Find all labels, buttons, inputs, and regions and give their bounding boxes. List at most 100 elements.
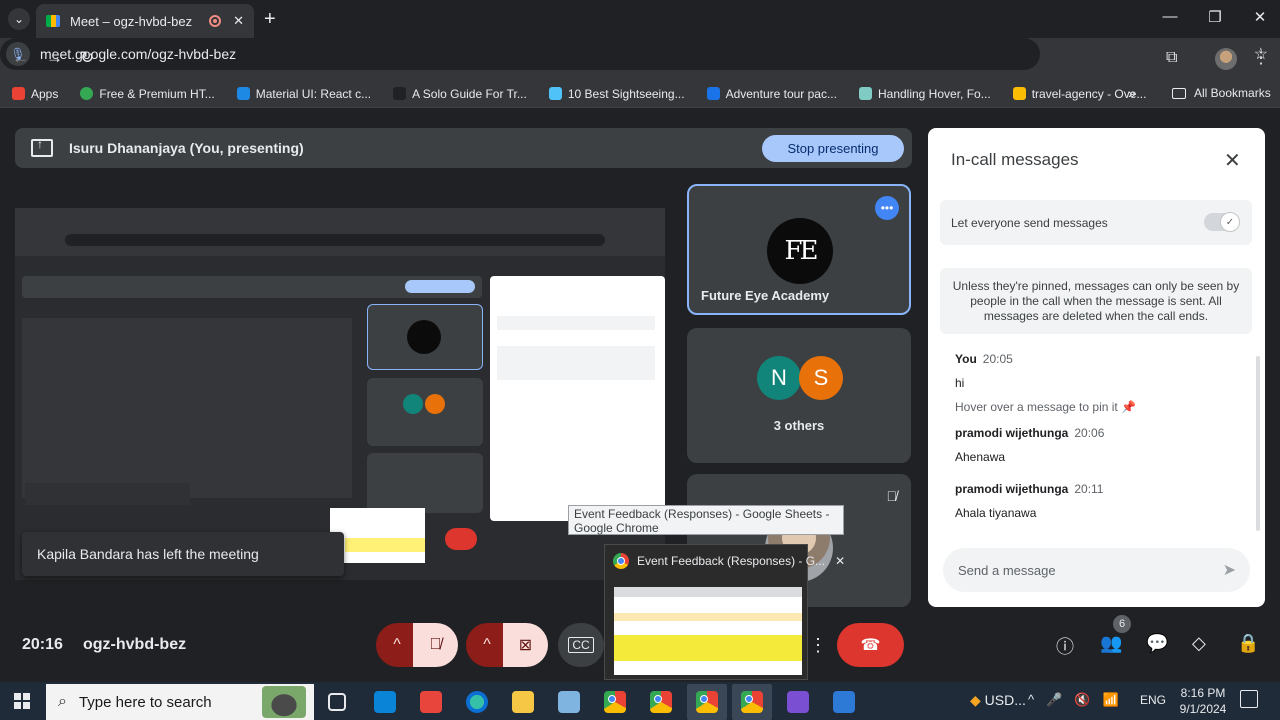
toggle-camera-button[interactable]: ⊠ [503,623,548,667]
messages-scrollbar[interactable] [1256,356,1260,531]
bookmark-favicon-icon [393,87,407,100]
avatar-n: N [757,356,801,400]
bookmark-item[interactable]: Apps [12,87,58,101]
check-icon: ✓ [1220,212,1240,232]
video-options-button[interactable]: ^ [466,623,508,667]
tab-title: Meet – ogz-hvbd-bez [70,13,193,29]
visual-studio-icon[interactable] [787,691,809,713]
bookmark-item[interactable]: travel-agency - Ove... [1012,87,1146,101]
forward-icon[interactable]: → [46,48,63,68]
url-text: meet.google.com/ogz-hvbd-bez [40,46,237,62]
stock-ticker[interactable]: ◆ USD... [970,692,1026,709]
present-screen-icon [31,137,53,157]
profile-avatar[interactable] [1215,48,1237,70]
wifi-icon[interactable]: 📶 [1102,692,1118,708]
chat-message[interactable]: pramodi wijethunga 20:06 Ahenawa [955,426,1104,464]
volume-muted-icon[interactable]: 🔇 [1074,692,1090,708]
bookmark-item[interactable]: Free & Premium HT... [80,87,215,101]
close-panel-icon[interactable]: ✕ [1224,148,1241,173]
leave-call-button[interactable]: ☎ [837,623,904,667]
bookmark-favicon-icon [236,87,250,100]
chrome-icon[interactable] [741,691,763,713]
participant-count-badge: 6 [1113,615,1131,633]
bookmark-item[interactable]: A Solo Guide For Tr... [393,87,527,101]
recording-indicator-icon [209,15,222,27]
mic-off-icon: 🎙̸ [429,636,442,653]
more-vertical-icon: ⋮ [809,634,827,655]
chat-message[interactable]: You 20:05 hi Hover over a message to pin … [955,352,1136,414]
back-icon[interactable]: ← [12,48,29,68]
maximize-window-button[interactable]: ❐ [1205,8,1225,26]
chevron-up-icon: ^ [393,636,401,653]
bookmark-favicon-icon [706,87,720,100]
more-bookmarks-icon[interactable]: » [1128,85,1136,101]
in-call-messages-panel: In-call messages ✕ Let everyone send mes… [928,128,1265,607]
preview-title: Event Feedback (Responses) - G... ✕ [613,553,845,569]
meeting-details-icon[interactable]: ⓘ [1056,633,1074,659]
app-icon[interactable] [558,691,580,713]
toggle-label: Let everyone send messages [951,215,1108,230]
browser-menu-icon[interactable]: ⋮ [1253,48,1269,68]
people-icon[interactable]: 👥 [1100,633,1122,654]
reload-icon[interactable]: ↻ [80,48,94,68]
bookmark-favicon-icon [548,87,562,100]
captions-button[interactable]: CC [558,623,604,667]
taskbar-window-preview[interactable]: Event Feedback (Responses) - G... ✕ [604,544,845,680]
toggle-microphone-button[interactable]: 🎙̸ [413,623,458,667]
anydesk-icon[interactable] [420,691,442,713]
bookmark-item[interactable]: Material UI: React c... [236,87,371,101]
edge-icon[interactable] [466,691,488,713]
meet-favicon-icon [46,15,60,27]
host-controls-icon[interactable]: 🔒 [1237,633,1259,654]
meeting-clock: 20:16 [22,636,63,653]
browser-tab-meet[interactable]: Meet – ogz-hvbd-bez ✕ [36,4,254,38]
chevron-up-icon: ^ [483,636,491,653]
bookmark-item[interactable]: Handling Hover, Fo... [858,87,991,101]
search-highlight-image [262,686,306,718]
minimize-window-button[interactable]: — [1160,8,1180,25]
participant-left-notification: Kapila Bandara has left the meeting [22,532,344,576]
more-options-icon[interactable]: ••• [875,196,899,220]
preview-close-icon[interactable]: ✕ [835,554,845,568]
taskbar-tooltip: Event Feedback (Responses) - Google Shee… [568,505,844,535]
chat-icon[interactable]: 💬 [1146,633,1168,654]
chat-message[interactable]: pramodi wijethunga 20:11 Ahala tiyanawa [955,482,1103,520]
task-view-icon[interactable] [328,693,346,711]
chrome-icon[interactable] [696,691,718,713]
others-tile[interactable]: N S 3 others [687,328,911,463]
audio-options-button[interactable]: ^ [376,623,418,667]
stop-presenting-button[interactable]: Stop presenting [762,135,904,162]
mail-app-icon[interactable] [374,691,396,713]
bookmark-item[interactable]: 10 Best Sightseeing... [548,87,685,101]
participant-tile-future-eye-academy[interactable]: FE ••• Future Eye Academy [687,184,911,315]
close-window-button[interactable]: ✕ [1250,8,1270,26]
activities-icon[interactable]: ◇ [1192,633,1206,654]
address-bar[interactable]: 🎙 meet.google.com/ogz-hvbd-bez ☆ [0,38,1268,70]
preview-thumbnail [614,587,802,675]
tab-search-button[interactable]: ⌄ [8,8,30,30]
chrome-icon[interactable] [650,691,672,713]
all-bookmarks-button[interactable]: All Bookmarks [1172,86,1271,100]
new-tab-button[interactable]: + [264,8,276,31]
bookmark-item[interactable]: Adventure tour pac... [706,87,837,101]
notification-center-icon[interactable] [1240,690,1258,708]
more-options-button[interactable]: ⋮ [808,623,828,667]
file-explorer-icon[interactable] [512,691,534,713]
pin-icon[interactable]: 📌 [1121,400,1136,414]
system-clock[interactable]: 8:16 PM 9/1/2024 [1178,685,1228,717]
microsoft-store-icon[interactable] [833,691,855,713]
microphone-icon[interactable]: 🎤 [1046,692,1062,708]
chrome-icon[interactable] [604,691,626,713]
taskbar-search-box[interactable]: ⌕ Type here to search [46,684,314,720]
allow-messages-toggle[interactable]: ✓ [1204,212,1240,232]
folder-icon [1172,87,1186,99]
windows-start-icon[interactable] [14,693,30,709]
extensions-icon[interactable]: ⧉ [1166,49,1177,67]
tab-close-icon[interactable]: ✕ [233,13,244,29]
bookmark-favicon-icon [858,87,872,100]
send-message-input[interactable]: Send a message ➤ [943,548,1250,592]
send-icon[interactable]: ➤ [1223,560,1236,580]
panel-title: In-call messages [951,150,1079,169]
chevron-up-icon[interactable]: ^ [1028,692,1034,708]
language-indicator[interactable]: ENG [1140,693,1166,707]
